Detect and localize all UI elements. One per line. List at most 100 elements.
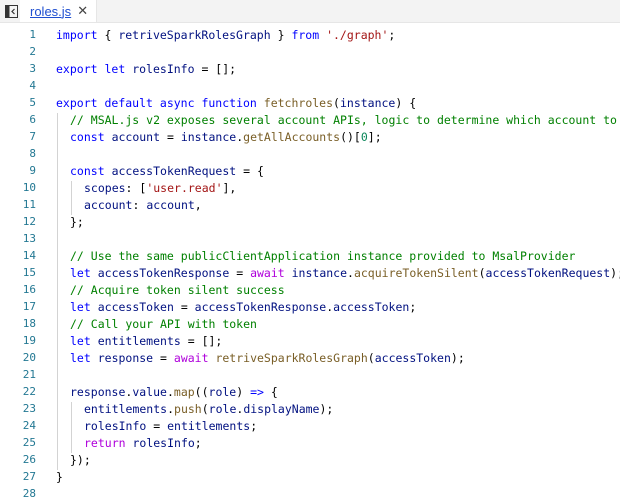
code-token: let [70, 334, 91, 348]
code-token: account [146, 198, 195, 212]
code-line[interactable]: let accessTokenResponse = await instance… [70, 266, 620, 280]
line-number: 19 [22, 334, 36, 347]
code-token: ( [478, 266, 486, 280]
code-line[interactable]: rolesInfo = entitlements; [84, 419, 257, 433]
close-icon[interactable]: ✕ [77, 5, 88, 18]
code-token: = [173, 300, 195, 314]
code-token: accessTokenResponse [97, 266, 230, 280]
indent-guide [57, 181, 58, 198]
code-token: entitlements [97, 334, 181, 348]
code-token: } [56, 470, 63, 484]
indent-guide [57, 249, 58, 266]
code-token: let [70, 300, 91, 314]
line-number: 1 [29, 28, 36, 41]
line-number: 16 [22, 283, 36, 296]
code-token: retriveSparkRolesGraph [215, 351, 368, 365]
code-token: fetchroles [263, 96, 334, 110]
code-line[interactable]: return rolesInfo; [84, 436, 202, 450]
tab-roles-js[interactable]: roles.js ✕ [20, 0, 98, 22]
code-token: ], [222, 181, 237, 195]
code-token: await [173, 351, 209, 365]
code-line[interactable]: // Use the same publicClientApplication … [70, 249, 575, 263]
code-line[interactable]: export default async function fetchroles… [56, 96, 416, 110]
code-line[interactable]: }; [70, 215, 84, 229]
line-number: 20 [22, 351, 36, 364]
code-token: : [132, 198, 147, 212]
code-token: . [347, 266, 354, 280]
code-line[interactable]: let entitlements = []; [70, 334, 222, 348]
code-token: retriveSparkRolesGraph [118, 28, 271, 42]
code-token: instance [180, 130, 237, 144]
indent-guide [57, 283, 58, 300]
code-token: acquireTokenSilent [353, 266, 479, 280]
indent-guide [57, 130, 58, 147]
code-line[interactable]: } [56, 470, 63, 484]
indent-guide [57, 368, 58, 385]
code-line[interactable]: export let rolesInfo = []; [56, 62, 236, 76]
indent-guide [57, 402, 58, 419]
code-token: value [132, 385, 167, 399]
code-line[interactable]: scopes: ['user.read'], [84, 181, 236, 195]
tab-filename[interactable]: roles.js [30, 4, 71, 19]
code-token: ]; [367, 130, 382, 144]
code-line[interactable]: import { retriveSparkRolesGraph } from '… [56, 28, 395, 42]
code-token: ; [388, 28, 396, 42]
line-number: 7 [29, 130, 36, 143]
code-token: // Call your API with token [70, 317, 257, 331]
code-editor[interactable]: 1 import { retriveSparkRolesGraph } from … [0, 23, 620, 501]
line-number: 17 [22, 300, 36, 313]
code-line[interactable]: response.value.map((role) => { [70, 385, 278, 399]
code-token: return [84, 436, 126, 450]
code-token: // Acquire token silent success [70, 283, 285, 297]
indent-guide [71, 198, 72, 215]
code-token: ) { [395, 96, 417, 110]
code-line[interactable]: }); [70, 453, 91, 467]
indent-guide [57, 198, 58, 215]
code-token: function [201, 96, 257, 110]
line-number: 21 [22, 368, 36, 381]
code-token: . [166, 385, 174, 399]
code-line[interactable]: // Acquire token silent success [70, 283, 285, 297]
code-line[interactable]: const accessTokenRequest = { [70, 164, 264, 178]
code-line[interactable]: account: account, [84, 198, 202, 212]
indent-guide [57, 351, 58, 368]
indent-guide [57, 436, 58, 453]
code-line[interactable]: const account = instance.getAllAccounts(… [70, 130, 382, 144]
code-line[interactable]: // MSAL.js v2 exposes several account AP… [70, 113, 620, 127]
code-token: = [153, 351, 174, 365]
code-line[interactable]: let response = await retriveSparkRolesGr… [70, 351, 465, 365]
code-line[interactable]: let accessToken = accessTokenResponse.ac… [70, 300, 416, 314]
code-token: = [146, 419, 168, 433]
code-token: { [263, 385, 278, 399]
line-number: 26 [22, 453, 36, 466]
code-token: instance [291, 266, 348, 280]
code-token: ( [333, 96, 340, 110]
indent-guide [57, 419, 58, 436]
code-token: rolesInfo [132, 62, 195, 76]
code-token: scopes [84, 181, 126, 195]
code-token: response [97, 351, 154, 365]
line-number: 5 [29, 96, 36, 109]
line-number: 24 [22, 419, 36, 432]
line-number: 25 [22, 436, 36, 449]
code-token: { [97, 28, 119, 42]
code-token: ( [201, 402, 209, 416]
code-line[interactable]: entitlements.push(role.displayName); [84, 402, 333, 416]
code-token: = [160, 130, 181, 144]
code-token: let [70, 351, 91, 365]
code-token: accessTokenResponse [194, 300, 327, 314]
line-number: 4 [29, 79, 36, 92]
code-line[interactable]: // Call your API with token [70, 317, 257, 331]
code-token: ) [236, 385, 251, 399]
code-token: let [104, 62, 126, 76]
indent-guide [57, 334, 58, 351]
toggle-sidebar-icon[interactable] [2, 0, 20, 22]
line-number: 9 [29, 164, 36, 177]
